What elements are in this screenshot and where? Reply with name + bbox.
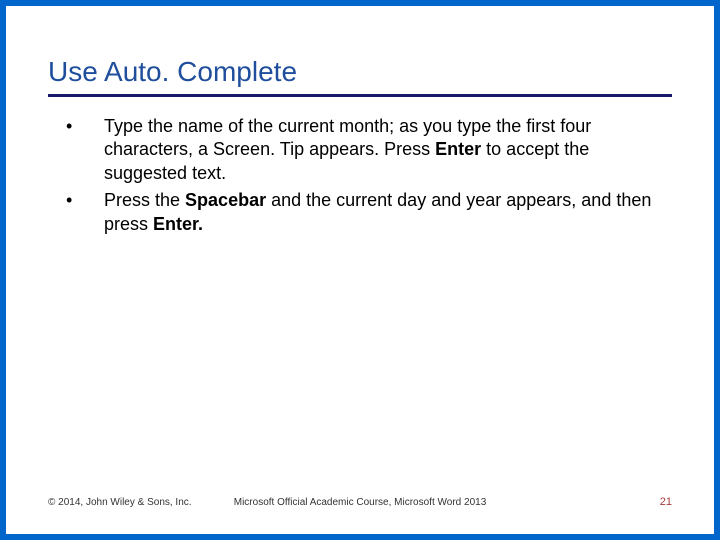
bold-text: Enter (435, 139, 481, 159)
footer-copyright: © 2014, John Wiley & Sons, Inc. (48, 497, 192, 508)
bold-text: Spacebar (185, 190, 266, 210)
bullet-text: Press the (104, 190, 185, 210)
slide-footer: © 2014, John Wiley & Sons, Inc. Microsof… (48, 496, 672, 508)
bullet-list: Type the name of the current month; as y… (48, 115, 672, 236)
slide-number: 21 (660, 496, 672, 508)
slide-content: Type the name of the current month; as y… (48, 115, 672, 496)
bold-text: Enter. (153, 214, 203, 234)
slide: Use Auto. Complete Type the name of the … (6, 6, 714, 534)
footer-course: Microsoft Official Academic Course, Micr… (234, 497, 487, 508)
list-item: Press the Spacebar and the current day a… (48, 189, 672, 236)
list-item: Type the name of the current month; as y… (48, 115, 672, 185)
slide-title: Use Auto. Complete (48, 56, 672, 97)
